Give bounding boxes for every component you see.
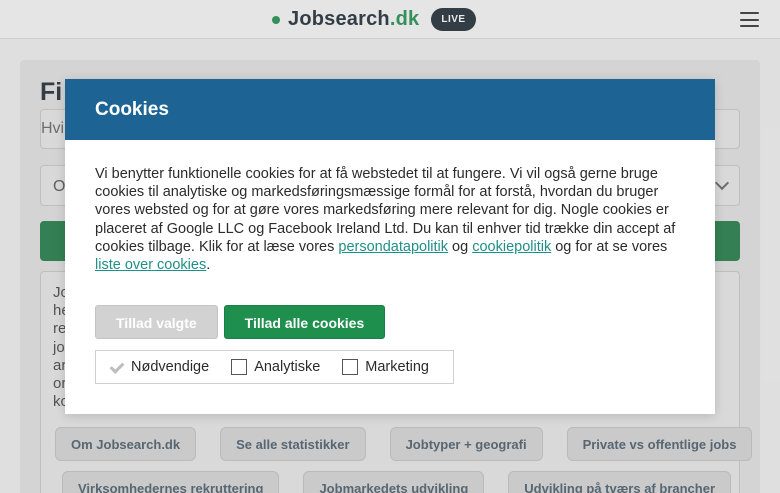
allow-selected-button[interactable]: Tillad valgte	[95, 305, 218, 339]
category-necessary: Nødvendige	[108, 359, 209, 375]
cookie-category-group: Nødvendige Analytiske Marketing	[95, 350, 454, 384]
category-analytics: Analytiske	[231, 359, 320, 375]
allow-all-cookies-button[interactable]: Tillad alle cookies	[223, 305, 386, 339]
cookie-modal-body: Vi benytter funktionelle cookies for at …	[65, 140, 715, 274]
cookie-body-end: .	[206, 257, 211, 274]
cookie-modal-title: Cookies	[95, 98, 169, 120]
necessary-checkbox[interactable]	[108, 359, 124, 375]
analytics-label: Analytiske	[254, 359, 321, 375]
cookie-policy-link[interactable]: cookiepolitik	[472, 239, 551, 255]
cookie-modal-header: Cookies	[65, 79, 715, 140]
privacy-policy-link[interactable]: persondatapolitik	[338, 239, 448, 255]
cookie-body-conjunction: og	[448, 238, 473, 255]
analytics-checkbox[interactable]	[231, 359, 248, 375]
cookie-modal: Cookies Vi benytter funktionelle cookies…	[65, 79, 715, 414]
marketing-checkbox[interactable]	[342, 359, 359, 375]
cookie-button-row: Tillad valgte Tillad alle cookies	[95, 305, 386, 339]
marketing-label: Marketing	[365, 359, 429, 375]
cookie-body-continuation: og for at se vores	[551, 238, 668, 255]
necessary-label: Nødvendige	[131, 359, 210, 375]
category-marketing: Marketing	[342, 359, 429, 375]
cookie-list-link[interactable]: liste over cookies	[95, 257, 206, 273]
